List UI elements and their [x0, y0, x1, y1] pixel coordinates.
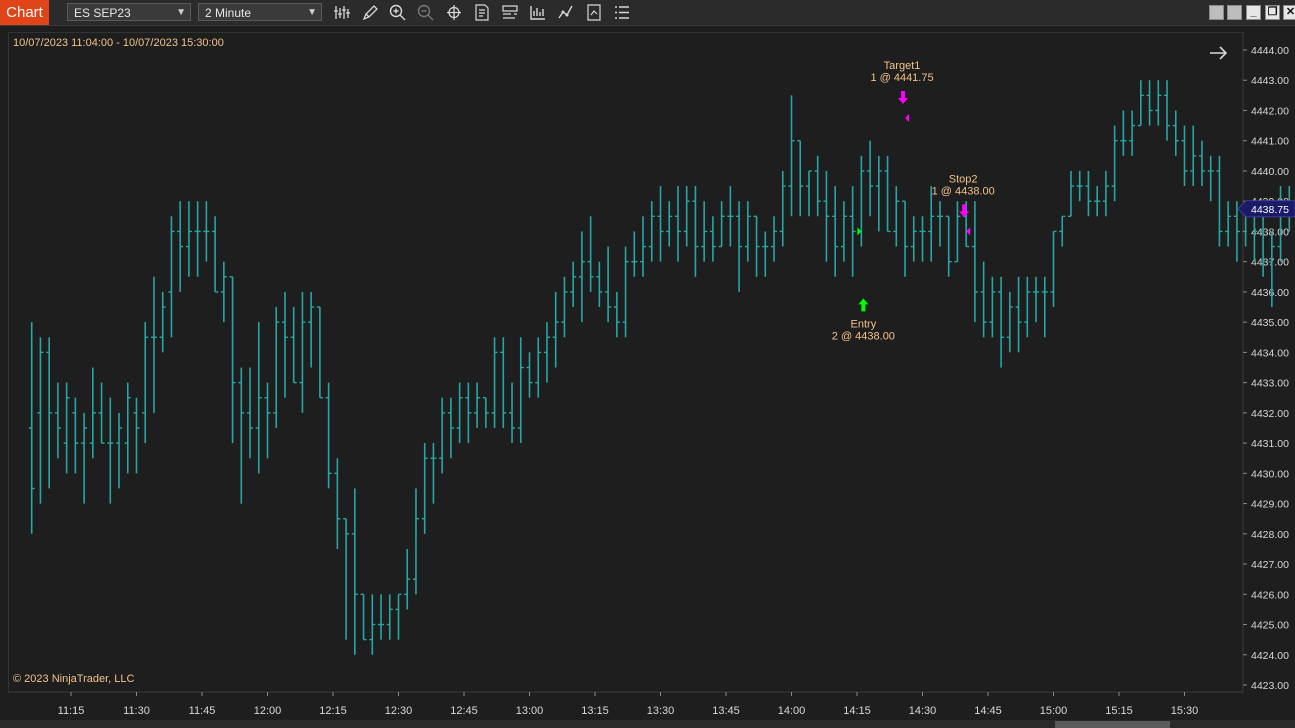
date-range-label: 10/07/2023 11:04:00 - 10/07/2023 15:30:0… [13, 37, 224, 49]
time-tick-label: 15:15 [1105, 705, 1133, 717]
time-tick-label: 13:00 [516, 705, 544, 717]
price-tick-label: 4434.00 [1251, 347, 1289, 359]
price-tick-label: 4444.00 [1251, 45, 1289, 57]
time-tick-label: 12:45 [450, 705, 478, 717]
time-tick-label: 15:30 [1171, 705, 1199, 717]
price-tick-label: 4428.00 [1251, 529, 1289, 541]
execution-label: Entry [851, 318, 877, 330]
time-tick-label: 12:00 [254, 705, 282, 717]
current-price-label: 4438.75 [1251, 204, 1289, 216]
price-tick-label: 4440.00 [1251, 166, 1289, 178]
price-tick-label: 4437.00 [1251, 257, 1289, 269]
time-tick-label: 12:15 [319, 705, 347, 717]
time-tick-label: 14:45 [974, 705, 1002, 717]
time-tick-label: 11:30 [123, 705, 150, 717]
execution-detail: 1 @ 4441.75 [870, 72, 933, 84]
execution-detail: 1 @ 4438.00 [932, 185, 995, 197]
price-tick-label: 4427.00 [1251, 559, 1289, 571]
execution-label: Stop2 [949, 173, 978, 185]
time-tick-label: 11:45 [189, 705, 216, 717]
copyright-label: © 2023 NinjaTrader, LLC [13, 673, 135, 685]
price-tick-label: 4433.00 [1251, 378, 1289, 390]
time-tick-label: 12:30 [385, 705, 413, 717]
price-tick-label: 4441.00 [1251, 136, 1289, 148]
time-tick-label: 15:00 [1040, 705, 1068, 717]
scrollbar-thumb[interactable] [1055, 721, 1170, 728]
price-tick-label: 4436.00 [1251, 287, 1289, 299]
price-tick-label: 4426.00 [1251, 589, 1289, 601]
execution-marker [905, 114, 910, 123]
price-tick-label: 4435.00 [1251, 317, 1289, 329]
price-tick-label: 4423.00 [1251, 680, 1289, 692]
price-tick-label: 4430.00 [1251, 468, 1289, 480]
price-tick-label: 4429.00 [1251, 499, 1289, 511]
price-tick-label: 4432.00 [1251, 408, 1289, 420]
time-tick-label: 13:30 [647, 705, 675, 717]
time-tick-label: 13:15 [581, 705, 609, 717]
price-tick-label: 4425.00 [1251, 620, 1289, 632]
time-tick-label: 11:15 [58, 705, 85, 717]
price-tick-label: 4438.00 [1251, 226, 1289, 238]
price-tick-label: 4431.00 [1251, 438, 1289, 450]
exit-arrow-icon [959, 204, 970, 218]
time-tick-label: 13:45 [712, 705, 740, 717]
time-tick-label: 14:30 [909, 705, 937, 717]
price-tick-label: 4442.00 [1251, 105, 1289, 117]
exit-arrow-icon [898, 91, 909, 105]
execution-detail: 2 @ 4438.00 [832, 330, 895, 342]
time-tick-label: 14:00 [778, 705, 806, 717]
price-chart[interactable]: 4444.004443.004442.004441.004440.004439.… [0, 0, 1295, 720]
time-tick-label: 14:15 [843, 705, 871, 717]
price-tick-label: 4424.00 [1251, 650, 1289, 662]
entry-arrow-icon [858, 298, 869, 312]
price-tick-label: 4443.00 [1251, 75, 1289, 87]
execution-label: Target1 [884, 60, 921, 72]
scroll-right-icon[interactable] [1210, 46, 1228, 60]
